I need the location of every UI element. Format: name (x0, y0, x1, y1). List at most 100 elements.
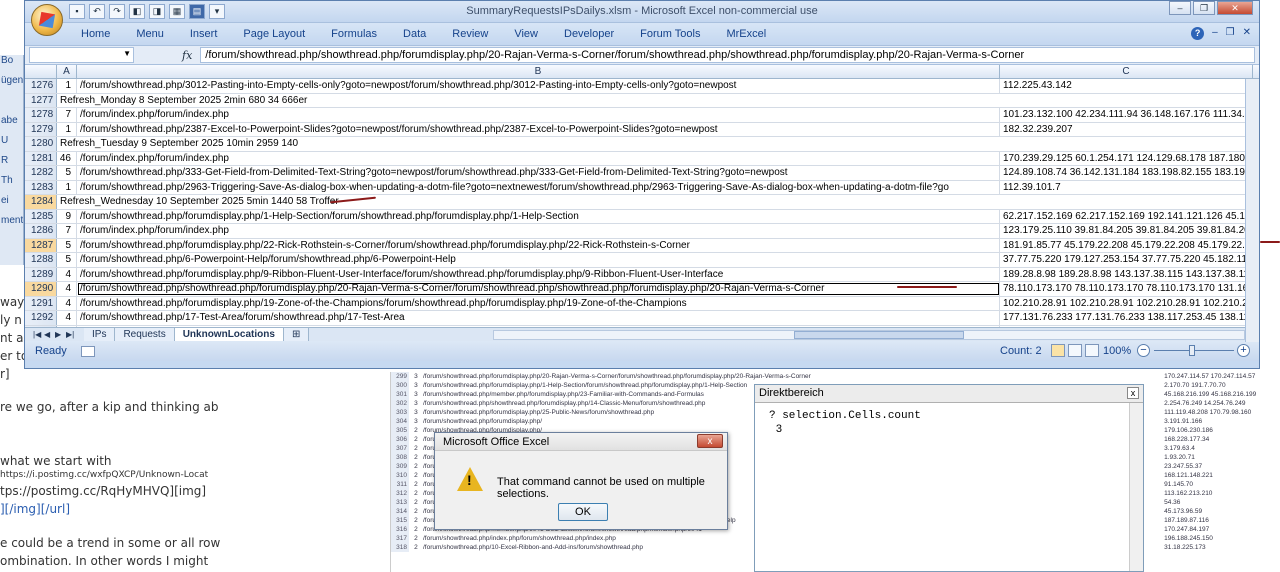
row-header[interactable]: 1281 (25, 151, 57, 165)
cell-a[interactable]: 1 (57, 122, 77, 136)
tab-review[interactable]: Review (439, 28, 501, 40)
table-row[interactable]: 1288 5/forum/showthread.php/6-Powerpoint-… (25, 253, 1259, 268)
row-header[interactable]: 1278 (25, 108, 57, 122)
restore-icon[interactable]: ❐ (1193, 1, 1215, 15)
zoom-level[interactable]: 100% (1103, 345, 1131, 357)
cell-a[interactable]: 5 (57, 238, 77, 252)
minimize-icon[interactable]: – (1169, 1, 1191, 15)
spreadsheet-grid[interactable]: 1276 1/forum/showthread.php/3012-Pasting-… (25, 79, 1259, 327)
table-row[interactable]: 1287 5/forum/showthread.php/forumdisplay.… (25, 238, 1259, 253)
row-header[interactable]: 1289 (25, 267, 57, 281)
cell-c[interactable]: 170.239.29.125 60.1.254.171 124.129.68.1… (1000, 152, 1253, 166)
cell-c[interactable]: 62.217.152.169 62.217.152.169 192.141.12… (1000, 210, 1253, 224)
row-header[interactable]: 1279 (25, 122, 57, 136)
table-row[interactable]: 1284 Refresh_Wednesday 10 September 2025 … (25, 195, 1259, 210)
next-sheet-icon[interactable]: ▶ (55, 330, 65, 339)
refresh-label-cell[interactable]: Refresh_Monday 8 September 2025 2min 680… (57, 94, 1253, 108)
cell-c[interactable]: 124.89.108.74 36.142.131.184 183.198.82.… (1000, 166, 1253, 180)
zoom-in-icon[interactable]: + (1237, 344, 1250, 357)
normal-view-icon[interactable] (1051, 344, 1065, 357)
ribbon-minimize-icon[interactable]: – (1212, 27, 1218, 40)
first-sheet-icon[interactable]: |◀ (33, 330, 43, 339)
row-header[interactable]: 1286 (25, 224, 57, 238)
name-box[interactable]: ▼ (29, 47, 134, 63)
select-all-corner[interactable] (25, 65, 57, 78)
cell-a[interactable]: 5 (57, 166, 77, 180)
close-icon[interactable]: x (697, 434, 723, 448)
cell-b[interactable]: /forum/showthread.php/forumdisplay.php/2… (77, 238, 1000, 252)
row-header[interactable]: 1285 (25, 209, 57, 223)
ribbon-restore-icon[interactable]: ❐ (1226, 27, 1235, 40)
cell-a[interactable]: 5 (57, 253, 77, 267)
column-header-b[interactable]: B (77, 65, 1000, 78)
last-sheet-icon[interactable]: ▶| (66, 330, 76, 339)
cell-a[interactable]: 1 (57, 180, 77, 194)
cell-c[interactable]: 112.225.43.142 (1000, 79, 1253, 93)
row-header[interactable]: 1288 (25, 253, 57, 267)
horizontal-scrollbar[interactable] (493, 330, 1245, 340)
cell-b[interactable]: /forum/showthread.php/2387-Excel-to-Powe… (77, 122, 1000, 136)
page-layout-view-icon[interactable] (1068, 344, 1082, 357)
ok-button[interactable]: OK (558, 503, 608, 521)
sheet-tab-ips[interactable]: IPs (84, 327, 116, 342)
cell-b[interactable]: /forum/index.php/forum/index.php (77, 108, 1000, 122)
row-header[interactable]: 1287 (25, 238, 57, 252)
cell-b[interactable]: /forum/index.php/forum/index.php (77, 151, 1000, 165)
tab-view[interactable]: View (501, 28, 551, 40)
ribbon-close-icon[interactable]: ✕ (1243, 27, 1251, 40)
cell-a[interactable]: 7 (57, 224, 77, 238)
cell-c[interactable]: 123.179.25.110 39.81.84.205 39.81.84.205… (1000, 224, 1253, 238)
tab-developer[interactable]: Developer (551, 28, 627, 40)
cell-c[interactable]: 182.32.239.207 (1000, 123, 1253, 137)
vertical-scrollbar[interactable] (1245, 79, 1259, 342)
table-row[interactable]: 1277 Refresh_Monday 8 September 2025 2min… (25, 93, 1259, 108)
cell-c[interactable]: 101.23.132.100 42.234.111.94 36.148.167.… (1000, 108, 1253, 122)
scroll-thumb[interactable] (794, 331, 964, 339)
immediate-window[interactable]: Direktbereich x ? selection.Cells.count … (754, 384, 1144, 572)
row-header[interactable]: 1277 (25, 93, 57, 107)
row-header[interactable]: 1291 (25, 296, 57, 310)
help-icon[interactable]: ? (1191, 27, 1205, 40)
sheet-tab-requests[interactable]: Requests (115, 327, 175, 342)
row-header[interactable]: 1284 (25, 195, 57, 209)
sheet-tab-unknownlocations[interactable]: UnknownLocations (174, 327, 284, 342)
fx-icon[interactable]: fx (182, 49, 192, 62)
cell-c[interactable]: 177.131.76.233 177.131.76.233 138.117.25… (1000, 311, 1253, 325)
cell-b[interactable]: /forum/showthread.php/6-Powerpoint-Help/… (77, 253, 1000, 267)
table-row[interactable]: 1281 46/forum/index.php/forum/index.php 17… (25, 151, 1259, 166)
table-row[interactable]: 1282 5/forum/showthread.php/333-Get-Field… (25, 166, 1259, 181)
insert-sheet-icon[interactable]: ⊞ (283, 327, 310, 342)
cell-b[interactable]: /forum/showthread.php/2963-Triggering-Sa… (77, 180, 1000, 194)
table-row[interactable]: 1289 4/forum/showthread.php/forumdisplay.… (25, 267, 1259, 282)
table-row[interactable]: 1278 7/forum/index.php/forum/index.php 101… (25, 108, 1259, 123)
cell-b[interactable]: /forum/showthread.php/3012-Pasting-into-… (77, 79, 1000, 93)
close-icon[interactable]: ✕ (1217, 1, 1253, 15)
table-row[interactable]: 1283 1/forum/showthread.php/2963-Triggeri… (25, 180, 1259, 195)
cell-c[interactable]: 78.110.173.170 78.110.173.170 78.110.173… (1000, 282, 1253, 296)
immediate-window-code[interactable]: ? selection.Cells.count 3 (755, 403, 1143, 443)
office-button[interactable] (31, 4, 63, 36)
chevron-down-icon[interactable]: ▼ (123, 49, 131, 58)
tab-forum-tools[interactable]: Forum Tools (627, 28, 713, 40)
row-header[interactable]: 1283 (25, 180, 57, 194)
close-icon[interactable]: x (1127, 387, 1139, 399)
table-row[interactable]: 1285 9/forum/showthread.php/forumdisplay.… (25, 209, 1259, 224)
cell-b[interactable]: /forum/showthread.php/forumdisplay.php/9… (77, 267, 1000, 281)
refresh-label-cell[interactable]: Refresh_Tuesday 9 September 2025 10min 2… (57, 137, 1253, 151)
tab-home[interactable]: Home (81, 28, 123, 40)
cell-b[interactable]: /forum/showthread.php/forumdisplay.php/1… (77, 296, 1000, 310)
cell-a[interactable]: 9 (57, 209, 77, 223)
cell-c[interactable]: 112.39.101.7 (1000, 181, 1253, 195)
column-header-c[interactable]: C (1000, 65, 1253, 78)
row-header[interactable]: 1276 (25, 79, 57, 93)
vertical-scrollbar[interactable] (1129, 403, 1143, 571)
cell-a[interactable]: 46 (57, 151, 77, 165)
tab-menu[interactable]: Menu (123, 28, 177, 40)
cell-b[interactable]: /forum/showthread.php/333-Get-Field-from… (77, 166, 1000, 180)
cell-a[interactable]: 4 (57, 296, 77, 310)
zoom-slider-thumb[interactable] (1189, 345, 1195, 356)
row-header[interactable]: 1282 (25, 166, 57, 180)
cell-b[interactable]: /forum/showthread.php/17-Test-Area/forum… (77, 311, 1000, 325)
tab-formulas[interactable]: Formulas (318, 28, 390, 40)
table-row[interactable]: 1280 Refresh_Tuesday 9 September 2025 10m… (25, 137, 1259, 152)
